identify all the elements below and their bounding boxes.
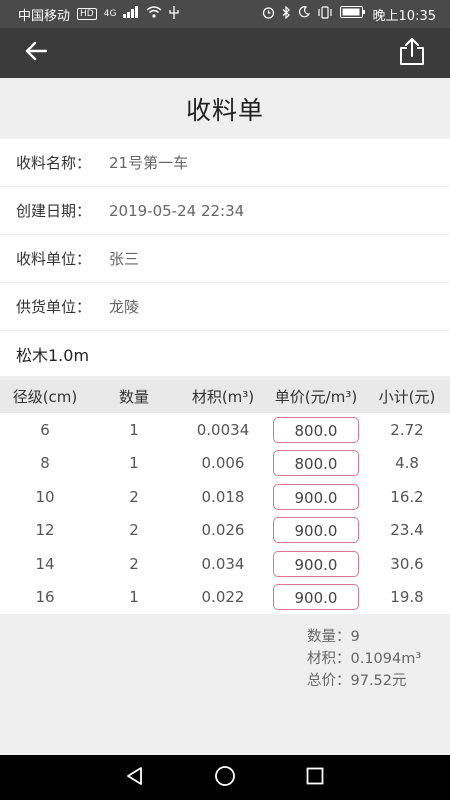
cell-diameter: 10 (35, 487, 55, 506)
column-header-subtotal: 小计(元) (378, 388, 436, 406)
nav-home-button[interactable] (205, 758, 245, 798)
cell-subtotal: 2.72 (390, 420, 424, 439)
table-row: 14 2 0.034 900.0 30.6 (0, 547, 450, 581)
cell-quantity: 2 (129, 521, 139, 540)
table-row: 10 2 0.018 900.0 16.2 (0, 480, 450, 514)
unit-price-input[interactable]: 900.0 (273, 517, 359, 544)
cell-subtotal: 30.6 (390, 554, 424, 573)
nav-recents-icon (306, 767, 324, 789)
cell-subtotal: 16.2 (390, 487, 424, 506)
table-row: 12 2 0.026 900.0 23.4 (0, 514, 450, 548)
page-title: 收料单 (185, 95, 264, 125)
unit-price-input[interactable]: 800.0 (273, 416, 359, 443)
cell-quantity: 2 (129, 554, 139, 573)
info-list: 收料名称： 21号第一车 创建日期： 2019-05-24 22:34 收料单位… (0, 139, 450, 376)
moon-icon (298, 6, 310, 22)
carrier-label: 中国移动 (18, 8, 71, 24)
info-row-receiver: 收料单位： 张三 (0, 235, 450, 283)
wifi-icon (146, 6, 162, 22)
info-value: 21号第一车 (109, 154, 189, 172)
clock: 晚上10:35 (372, 8, 436, 24)
info-value: 张三 (109, 250, 140, 268)
column-header-quantity: 数量 (118, 388, 149, 406)
table-row: 16 1 0.022 900.0 19.8 (0, 581, 450, 615)
cell-diameter: 12 (35, 521, 55, 540)
info-label: 供货单位： (16, 298, 92, 316)
vibrate-icon (317, 5, 333, 23)
cell-volume: 0.022 (201, 588, 245, 607)
summary: 数量：9 材积：0.1094m³ 总价：97.52元 (307, 626, 421, 692)
info-label: 创建日期： (16, 202, 92, 220)
cell-volume: 0.034 (201, 554, 245, 573)
usb-icon (169, 5, 180, 23)
unit-price-input[interactable]: 900.0 (273, 584, 359, 611)
info-value: 2019-05-24 22:34 (109, 201, 245, 220)
network-type: 4G (103, 9, 117, 19)
summary-volume: 材积：0.1094m³ (307, 651, 422, 667)
table-header: 径级(cm) 数量 材积(m³) 单价(元/m³) 小计(元) (0, 380, 450, 413)
cell-volume: 0.0034 (196, 420, 250, 439)
signal-icon (123, 6, 139, 22)
info-row-name: 收料名称： 21号第一车 (0, 139, 450, 187)
cell-volume: 0.026 (201, 521, 245, 540)
column-header-diameter: 径级(cm) (12, 388, 78, 406)
table-row: 8 1 0.006 800.0 4.8 (0, 447, 450, 481)
arrow-left-icon (25, 41, 48, 65)
cell-quantity: 1 (129, 588, 139, 607)
share-button[interactable] (396, 36, 428, 70)
column-header-volume: 材积(m³) (191, 388, 255, 406)
cell-diameter: 8 (40, 454, 50, 473)
unit-price-input[interactable]: 800.0 (273, 450, 359, 477)
cell-diameter: 14 (35, 554, 55, 573)
unit-price-input[interactable]: 900.0 (273, 550, 359, 577)
nav-back-button[interactable] (115, 758, 155, 798)
unit-price-input[interactable]: 900.0 (273, 483, 359, 510)
cell-quantity: 2 (129, 487, 139, 506)
cell-subtotal: 19.8 (390, 588, 424, 607)
share-icon (399, 37, 425, 69)
section-title: 松木1.0m (0, 331, 450, 376)
info-row-supplier: 供货单位： 龙陵 (0, 283, 450, 331)
title-bar: 收料单 (0, 78, 450, 139)
cell-volume: 0.006 (201, 454, 245, 473)
nav-recents-button[interactable] (295, 758, 335, 798)
cell-subtotal: 4.8 (395, 454, 419, 473)
cell-subtotal: 23.4 (390, 521, 424, 540)
summary-total: 总价：97.52元 (307, 673, 407, 689)
info-label: 收料单位： (16, 250, 92, 268)
info-row-date: 创建日期： 2019-05-24 22:34 (0, 187, 450, 235)
cell-diameter: 16 (35, 588, 55, 607)
nav-back-icon (125, 766, 145, 790)
table-row: 6 1 0.0034 800.0 2.72 (0, 413, 450, 447)
app-bar (0, 28, 450, 78)
info-value: 龙陵 (109, 298, 140, 316)
cell-diameter: 6 (40, 420, 50, 439)
cell-volume: 0.018 (201, 487, 245, 506)
battery-icon (339, 6, 366, 22)
cell-quantity: 1 (129, 454, 139, 473)
system-nav-bar (0, 755, 450, 800)
status-bar: 中国移动 HD 4G 晚上10:35 (0, 0, 450, 28)
info-label: 收料名称： (16, 154, 92, 172)
hd-badge: HD (77, 8, 97, 20)
table-body: 6 1 0.0034 800.0 2.72 8 1 0.006 800.0 4.… (0, 413, 450, 614)
alarm-icon (262, 6, 275, 23)
nav-home-icon (214, 765, 236, 791)
back-button[interactable] (20, 38, 52, 68)
column-header-unit-price: 单价(元/m³) (274, 388, 358, 406)
bluetooth-icon (282, 5, 291, 23)
summary-count: 数量：9 (307, 629, 360, 645)
cell-quantity: 1 (129, 420, 139, 439)
